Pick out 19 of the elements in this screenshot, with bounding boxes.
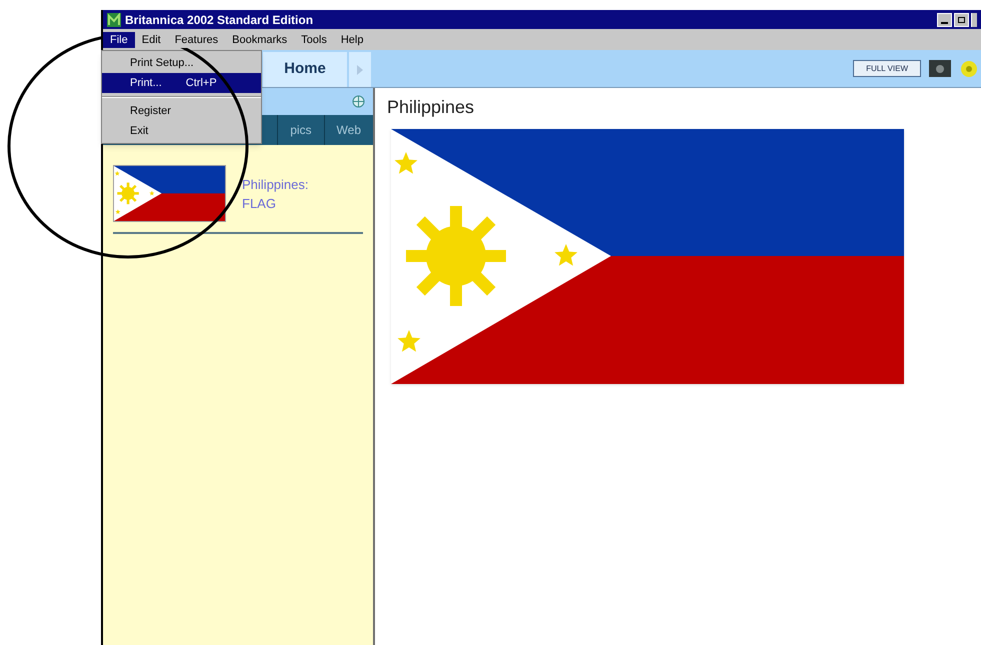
- menu-entry[interactable]: Register: [102, 101, 261, 121]
- menu-entry[interactable]: Print... Ctrl+P: [102, 73, 261, 93]
- disc-icon[interactable]: [959, 60, 977, 78]
- result-link[interactable]: Philippines: FLAG: [242, 175, 332, 222]
- menu-entry[interactable]: Print Setup...: [102, 53, 261, 73]
- window-title: Britannica 2002 Standard Edition: [125, 12, 314, 28]
- camera-icon[interactable]: [929, 60, 951, 77]
- home-tab[interactable]: Home: [263, 52, 347, 87]
- arrow-right-icon: [357, 64, 363, 74]
- restore-button[interactable]: [954, 12, 969, 26]
- app-icon: [107, 12, 121, 26]
- menu-entry[interactable]: Exit: [102, 121, 261, 141]
- minimize-button[interactable]: [937, 12, 952, 26]
- globe-icon[interactable]: [352, 95, 365, 108]
- sidebar-tab[interactable]: pics: [277, 115, 324, 145]
- sidebar-tab[interactable]: Web: [324, 115, 373, 145]
- article-title: Philippines: [387, 96, 476, 119]
- menu-item[interactable]: File: [103, 32, 135, 48]
- full-view-button[interactable]: FULL VIEW: [853, 60, 921, 77]
